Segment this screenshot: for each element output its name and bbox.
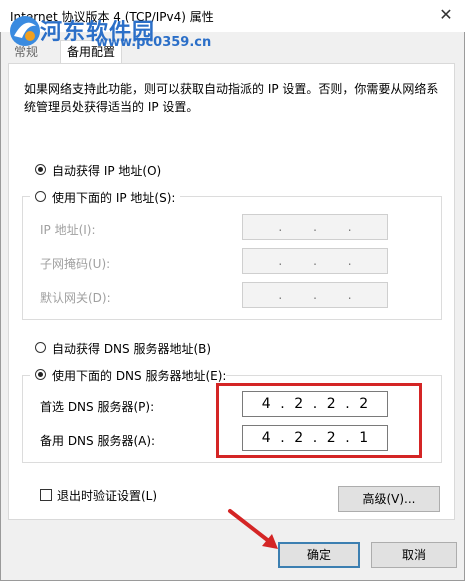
watermark-url: www.pc0359.cn — [96, 35, 212, 50]
auto-ip-radio[interactable] — [35, 164, 46, 175]
default-gateway-input[interactable]: ... — [242, 282, 388, 308]
arrow-annotation-icon — [228, 509, 278, 549]
watermark-logo-icon — [10, 16, 40, 46]
preferred-dns-label: 首选 DNS 服务器(P): — [40, 400, 155, 414]
description-text: 如果网络支持此功能，则可以获取自动指派的 IP 设置。否则，你需要从网络系统管理… — [24, 82, 439, 114]
ok-button[interactable]: 确定 — [278, 542, 360, 568]
advanced-button[interactable]: 高级(V)... — [338, 486, 440, 512]
cancel-button[interactable]: 取消 — [371, 542, 457, 568]
manual-ip-radio[interactable] — [35, 191, 46, 202]
manual-ip-label[interactable]: 使用下面的 IP 地址(S): — [52, 189, 175, 206]
manual-dns-label[interactable]: 使用下面的 DNS 服务器地址(E): — [52, 367, 226, 384]
highlight-box — [216, 383, 422, 458]
auto-dns-radio[interactable] — [35, 342, 46, 353]
auto-dns-label[interactable]: 自动获得 DNS 服务器地址(B) — [52, 340, 211, 357]
auto-ip-label[interactable]: 自动获得 IP 地址(O) — [52, 162, 161, 179]
alternate-dns-label: 备用 DNS 服务器(A): — [40, 434, 156, 448]
ip-address-label: IP 地址(I): — [40, 223, 96, 237]
subnet-mask-label: 子网掩码(U): — [40, 257, 111, 271]
ip-address-input[interactable]: ... — [242, 214, 388, 240]
default-gateway-label: 默认网关(D): — [40, 291, 111, 305]
subnet-mask-input[interactable]: ... — [242, 248, 388, 274]
manual-dns-radio[interactable] — [35, 369, 46, 380]
close-button[interactable]: ✕ — [433, 4, 459, 26]
validate-checkbox[interactable] — [40, 489, 52, 501]
validate-label[interactable]: 退出时验证设置(L) — [57, 487, 157, 504]
